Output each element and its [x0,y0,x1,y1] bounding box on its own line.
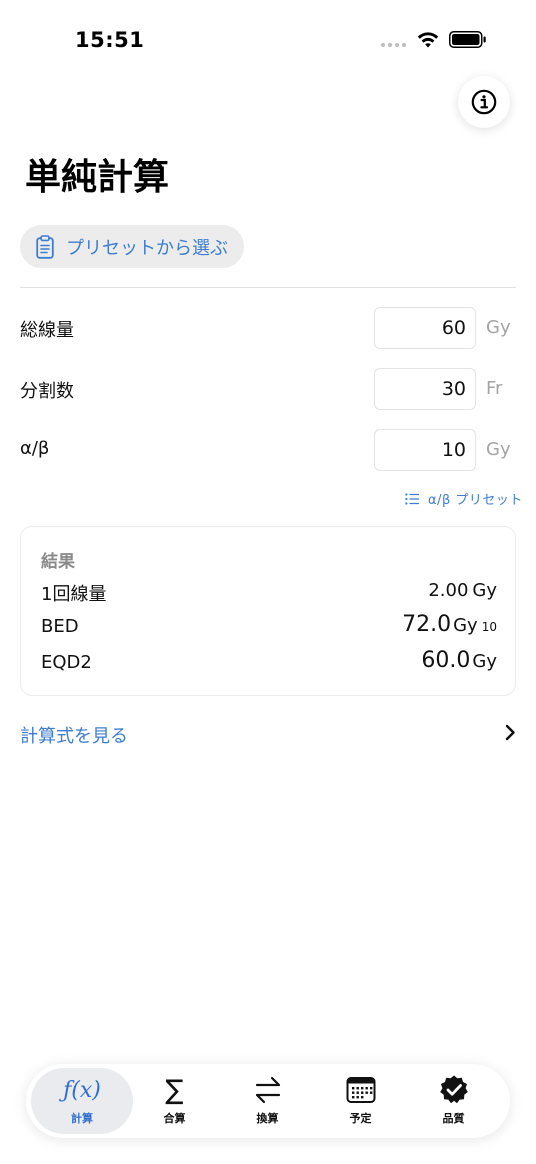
total-dose-label: 総線量 [20,320,74,341]
dose-per-fraction-unit: Gy [472,580,497,601]
tab-convert[interactable]: 換算 [221,1068,314,1134]
clipboard-icon [36,234,54,259]
result-card: 結果 1回線量 2.00 Gy BED 72.0 Gy 10 EQD2 60.0… [20,526,516,696]
bed-value: 72.0 [402,612,452,637]
checkmark-seal-icon [439,1075,468,1104]
sigma-icon: ∑ [165,1074,184,1106]
bed-label: BED [41,616,79,637]
preset-select-button[interactable]: プリセットから選ぶ [20,225,244,268]
tab-schedule-label: 予定 [349,1112,372,1125]
fractions-row: 分割数 Fr [20,368,516,410]
tab-sum[interactable]: ∑ 合算 [128,1068,221,1134]
total-dose-input[interactable] [374,307,476,349]
alpha-beta-preset-link[interactable]: α/β プリセット [405,489,523,508]
preset-button-label: プリセットから選ぶ [66,237,228,259]
bed-unit: Gy [453,615,478,636]
tab-quality-label: 品質 [442,1112,465,1125]
function-icon: ƒ(x) [63,1077,101,1103]
dose-per-fraction-label: 1回線量 [41,584,107,605]
eqd2-value: 60.0 [421,648,471,673]
total-dose-unit: Gy [486,317,511,338]
calendar-icon [346,1077,375,1103]
tab-convert-label: 換算 [256,1112,279,1125]
status-time: 15:51 [75,28,145,52]
view-formula-label: 計算式を見る [20,726,128,747]
page-title: 単純計算 [25,157,170,198]
wifi-icon [417,32,439,48]
info-button[interactable] [458,76,510,128]
fractions-input[interactable] [374,368,476,410]
tab-bar: ƒ(x) 計算 ∑ 合算 換算 予定 品質 [26,1064,510,1138]
alpha-beta-unit: Gy [486,439,511,460]
list-icon [405,492,419,505]
tab-calculate[interactable]: ƒ(x) 計算 [31,1068,133,1134]
tab-sum-label: 合算 [163,1112,186,1125]
total-dose-row: 総線量 Gy [20,307,516,349]
fractions-unit: Fr [486,378,503,399]
cellular-signal-icon [381,43,406,47]
alpha-beta-label: α/β [20,438,50,459]
status-bar: 15:51 [0,0,536,80]
bed-unit-subscript: 10 [481,620,497,634]
result-title: 結果 [41,552,75,572]
bed-row: BED 72.0 Gy 10 [41,612,497,642]
fractions-label: 分割数 [20,381,74,402]
info-icon [471,89,497,115]
alpha-beta-row: α/β Gy [20,429,516,471]
battery-icon [449,31,486,48]
tab-calculate-label: 計算 [71,1112,93,1125]
eqd2-label: EQD2 [41,652,92,673]
alpha-beta-input[interactable] [374,429,476,471]
view-formula-link[interactable]: 計算式を見る [20,715,516,751]
dose-per-fraction-row: 1回線量 2.00 Gy [41,576,497,606]
eqd2-unit: Gy [472,651,497,672]
divider [20,287,516,288]
arrows-exchange-icon [255,1076,280,1104]
alpha-beta-preset-label: α/β プリセット [428,493,523,508]
chevron-right-icon [505,724,515,741]
dose-per-fraction-value: 2.00 [428,580,469,601]
tab-quality[interactable]: 品質 [407,1068,500,1134]
tab-schedule[interactable]: 予定 [314,1068,407,1134]
eqd2-row: EQD2 60.0 Gy [41,648,497,678]
